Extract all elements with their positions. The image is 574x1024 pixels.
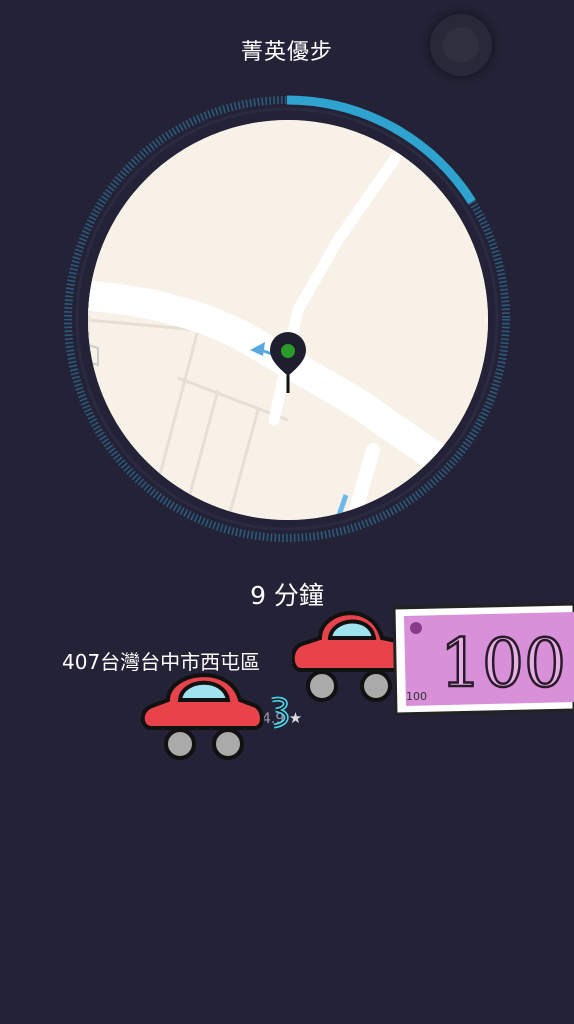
menu-button-inner: [443, 27, 479, 63]
banknote-value: 100: [440, 625, 566, 702]
menu-button[interactable]: [430, 14, 492, 76]
exhaust-sticker: [271, 696, 289, 729]
car-sticker: [140, 673, 264, 760]
banknote-small-value: 100: [406, 690, 427, 703]
banknote-sticker: 100 100: [392, 602, 574, 716]
map-view[interactable]: [88, 120, 488, 520]
